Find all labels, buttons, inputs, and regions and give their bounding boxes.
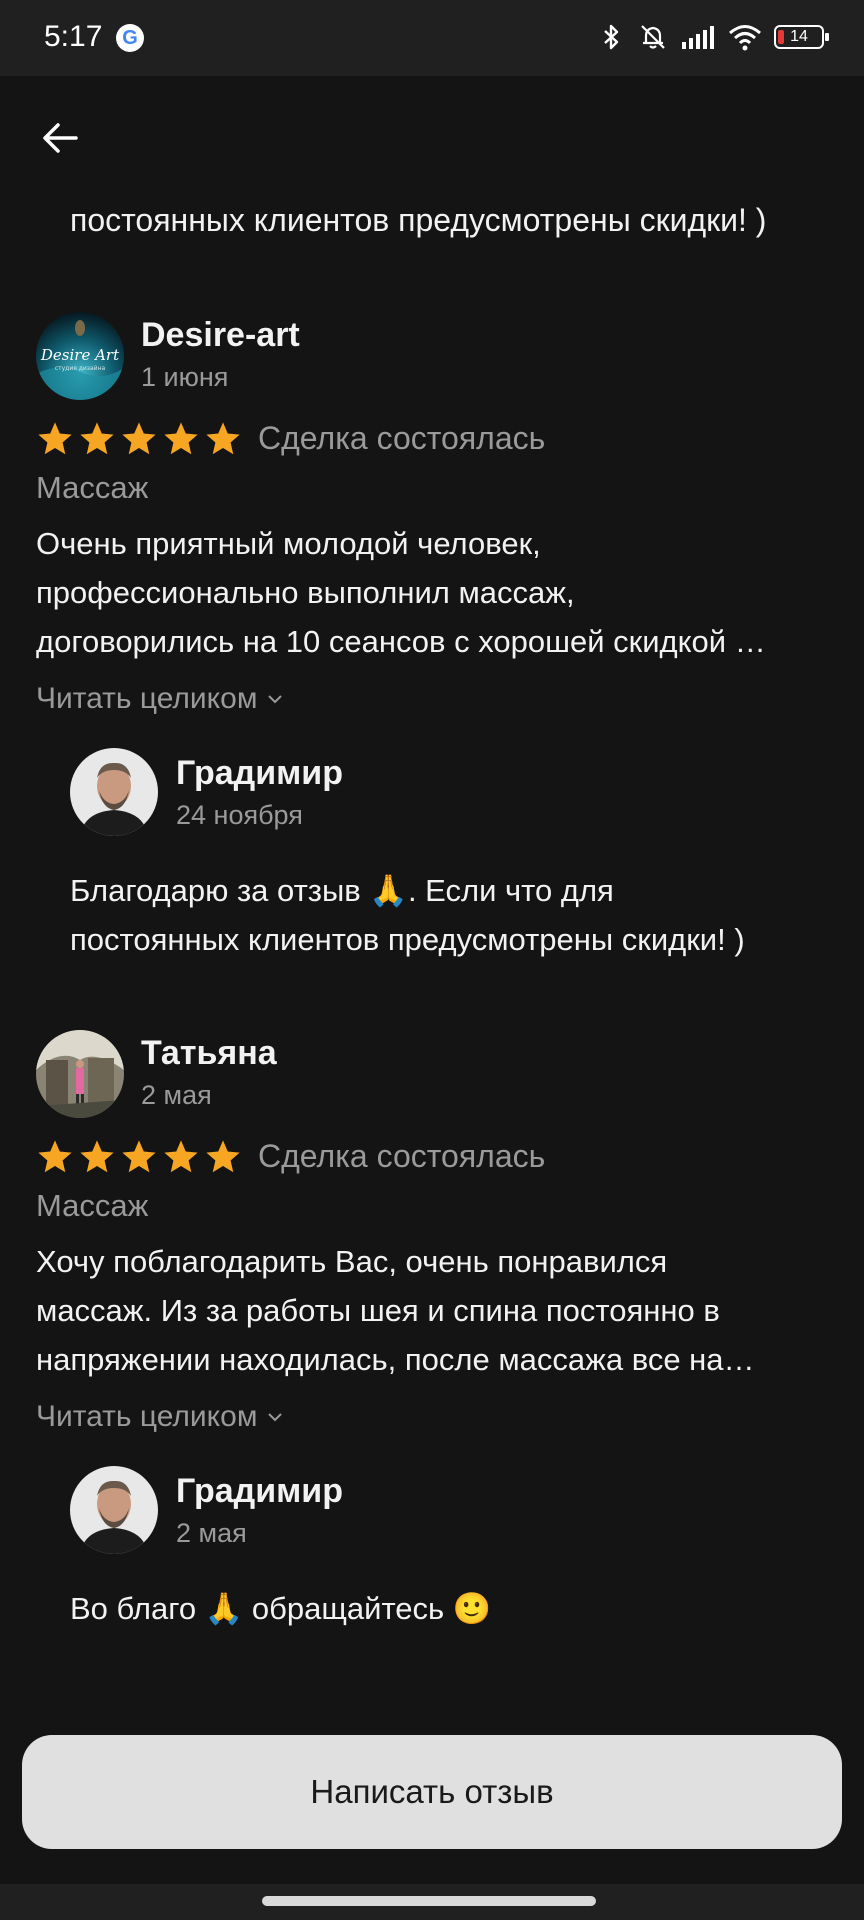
read-more-link[interactable]: Читать целиком: [36, 682, 285, 716]
review-text: Хочу поблагодарить Вас, очень понравился…: [36, 1244, 755, 1377]
avatar[interactable]: [70, 1466, 158, 1554]
review-date: 1 июня: [141, 362, 229, 392]
review-text: Очень приятный молодой человек, професси…: [36, 526, 766, 659]
signal-icon: [682, 26, 714, 49]
screen: 5:17 14: [0, 0, 864, 1920]
status-icons: 14: [596, 20, 829, 54]
star-icon: [206, 422, 240, 455]
star-icon: [206, 1140, 240, 1173]
star-icon: [122, 422, 156, 455]
avatar[interactable]: [70, 748, 158, 836]
write-review-button[interactable]: Написать отзыв: [22, 1735, 842, 1849]
reply-avatar-photo: [70, 1466, 158, 1554]
star-icon: [164, 1140, 198, 1173]
chevron-down-icon: [268, 695, 283, 704]
reply-date: 2 мая: [176, 1518, 247, 1548]
back-arrow-icon[interactable]: [36, 112, 88, 164]
reply-text-partial: постоянных клиентов предусмотрены скидки…: [70, 202, 767, 238]
deal-status: Сделка состоялась: [258, 1138, 546, 1174]
reply-text: Во благо 🙏 обращайтесь 🙂: [70, 1591, 492, 1626]
home-indicator[interactable]: [262, 1896, 596, 1906]
google-icon: [116, 24, 144, 52]
reply-date: 24 ноября: [176, 800, 303, 830]
review-date: 2 мая: [141, 1080, 212, 1110]
rating-stars: [36, 420, 242, 458]
star-icon: [122, 1140, 156, 1173]
logo-text: Desire Art: [40, 346, 120, 364]
deal-status: Сделка состоялась: [258, 420, 546, 456]
reply-avatar-photo: [70, 748, 158, 836]
review-author[interactable]: Desire-art: [141, 316, 300, 355]
review-author[interactable]: Татьяна: [141, 1034, 277, 1073]
service-name: Массаж: [36, 1188, 149, 1223]
star-icon: [80, 1140, 114, 1173]
battery-icon: 14: [774, 25, 829, 49]
star-icon: [164, 422, 198, 455]
logo-subtext: студия дизайна: [55, 365, 106, 372]
review-avatar-photo: [36, 1030, 124, 1118]
star-icon: [38, 422, 72, 455]
status-time: 5:17: [44, 20, 103, 53]
wifi-icon: [729, 25, 761, 51]
star-icon: [38, 1140, 72, 1173]
rating-stars: [36, 1138, 242, 1176]
desire-art-logo: Desire Art студия дизайна: [36, 312, 124, 400]
avatar[interactable]: Desire Art студия дизайна: [36, 312, 124, 400]
reply-author: Градимир: [176, 1472, 343, 1510]
service-name: Массаж: [36, 470, 149, 505]
read-more-link[interactable]: Читать целиком: [36, 1400, 285, 1434]
bell-off-icon: [641, 25, 665, 49]
star-icon: [80, 422, 114, 455]
status-bar: 5:17 14: [0, 0, 864, 76]
chevron-down-icon: [268, 1413, 283, 1422]
reply-author: Градимир: [176, 754, 343, 792]
battery-level: 14: [790, 28, 808, 45]
avatar[interactable]: [36, 1030, 124, 1118]
bluetooth-icon: [604, 24, 619, 50]
reply-text: Благодарю за отзыв 🙏. Если что для посто…: [70, 873, 745, 957]
